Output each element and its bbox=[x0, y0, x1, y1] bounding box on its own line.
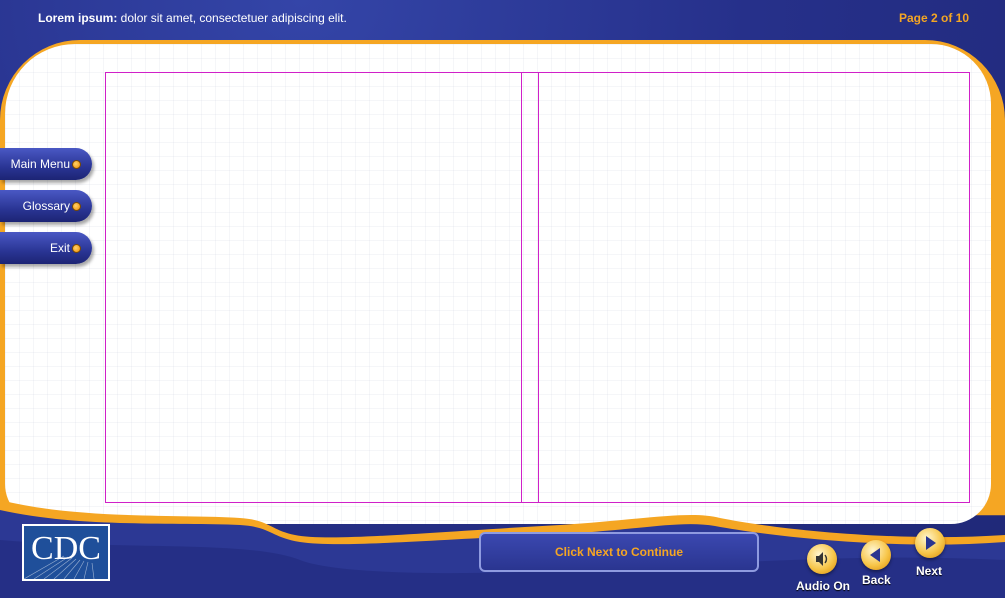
column-divider-left bbox=[521, 72, 522, 503]
bullet-icon bbox=[72, 244, 81, 253]
page-indicator: Page 2 of 10 bbox=[898, 11, 969, 25]
next-arrow-icon bbox=[926, 536, 936, 550]
main-menu-button[interactable]: Main Menu bbox=[0, 148, 92, 180]
exit-label: Exit bbox=[49, 241, 70, 255]
back-label: Back bbox=[862, 573, 891, 587]
back-button[interactable] bbox=[861, 540, 891, 570]
cdc-logo: CDC bbox=[22, 524, 110, 581]
glossary-label: Glossary bbox=[22, 199, 70, 213]
continue-banner: Click Next to Continue bbox=[479, 532, 759, 572]
glossary-button[interactable]: Glossary bbox=[0, 190, 92, 222]
column-divider-right bbox=[538, 72, 539, 503]
course-title: Lorem ipsum: dolor sit amet, consectetue… bbox=[38, 11, 347, 25]
audio-button[interactable] bbox=[807, 544, 837, 574]
exit-button[interactable]: Exit bbox=[0, 232, 92, 264]
bullet-icon bbox=[72, 160, 81, 169]
back-arrow-icon bbox=[870, 548, 880, 562]
main-menu-label: Main Menu bbox=[10, 157, 70, 171]
cdc-logo-text: CDC bbox=[31, 530, 101, 567]
bullet-icon bbox=[72, 202, 81, 211]
audio-label: Audio On bbox=[796, 579, 850, 593]
speaker-icon bbox=[816, 552, 828, 566]
next-button[interactable] bbox=[915, 528, 945, 558]
next-label: Next bbox=[916, 564, 943, 578]
